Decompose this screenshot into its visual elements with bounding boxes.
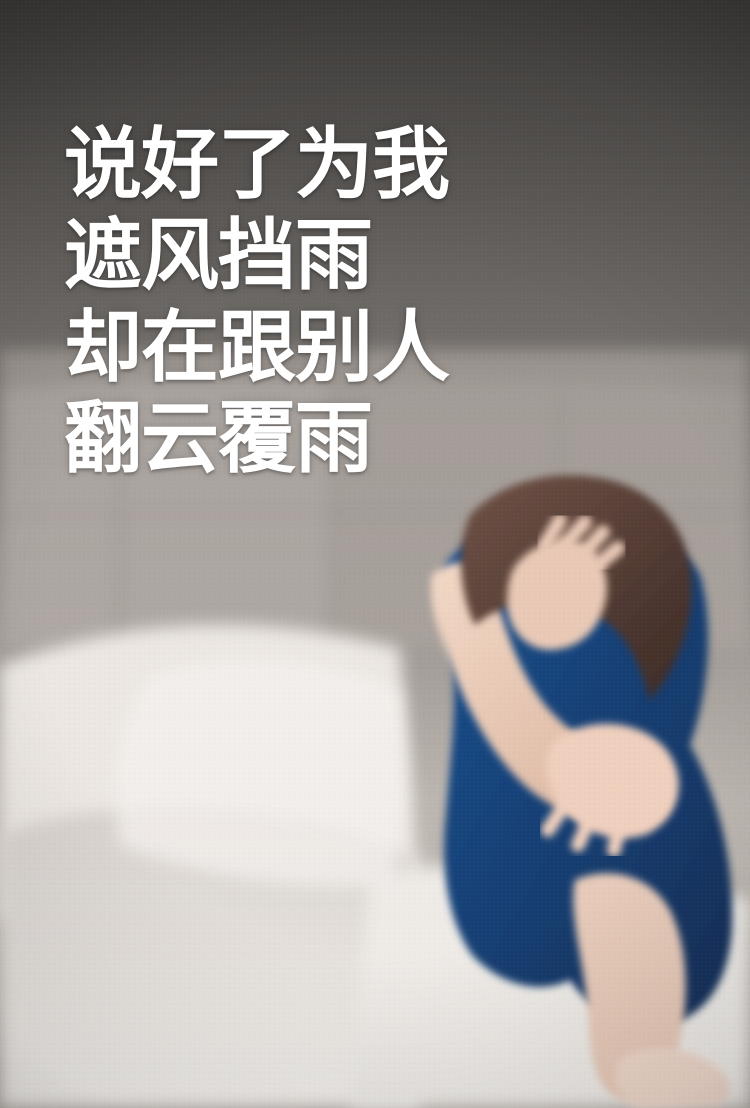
headline-line-1: 说好了为我 xyxy=(64,120,450,210)
headline-line-3: 却在跟别人 xyxy=(64,302,450,393)
headline-block: 说好了为我 遮风挡雨 却在跟别人 翻云覆雨 xyxy=(64,120,584,485)
headline-line-2: 遮风挡雨 xyxy=(64,211,373,302)
headline-line-4: 翻云覆雨 xyxy=(64,393,373,484)
poster-canvas: 说好了为我 遮风挡雨 却在跟别人 翻云覆雨 xyxy=(0,0,750,1108)
